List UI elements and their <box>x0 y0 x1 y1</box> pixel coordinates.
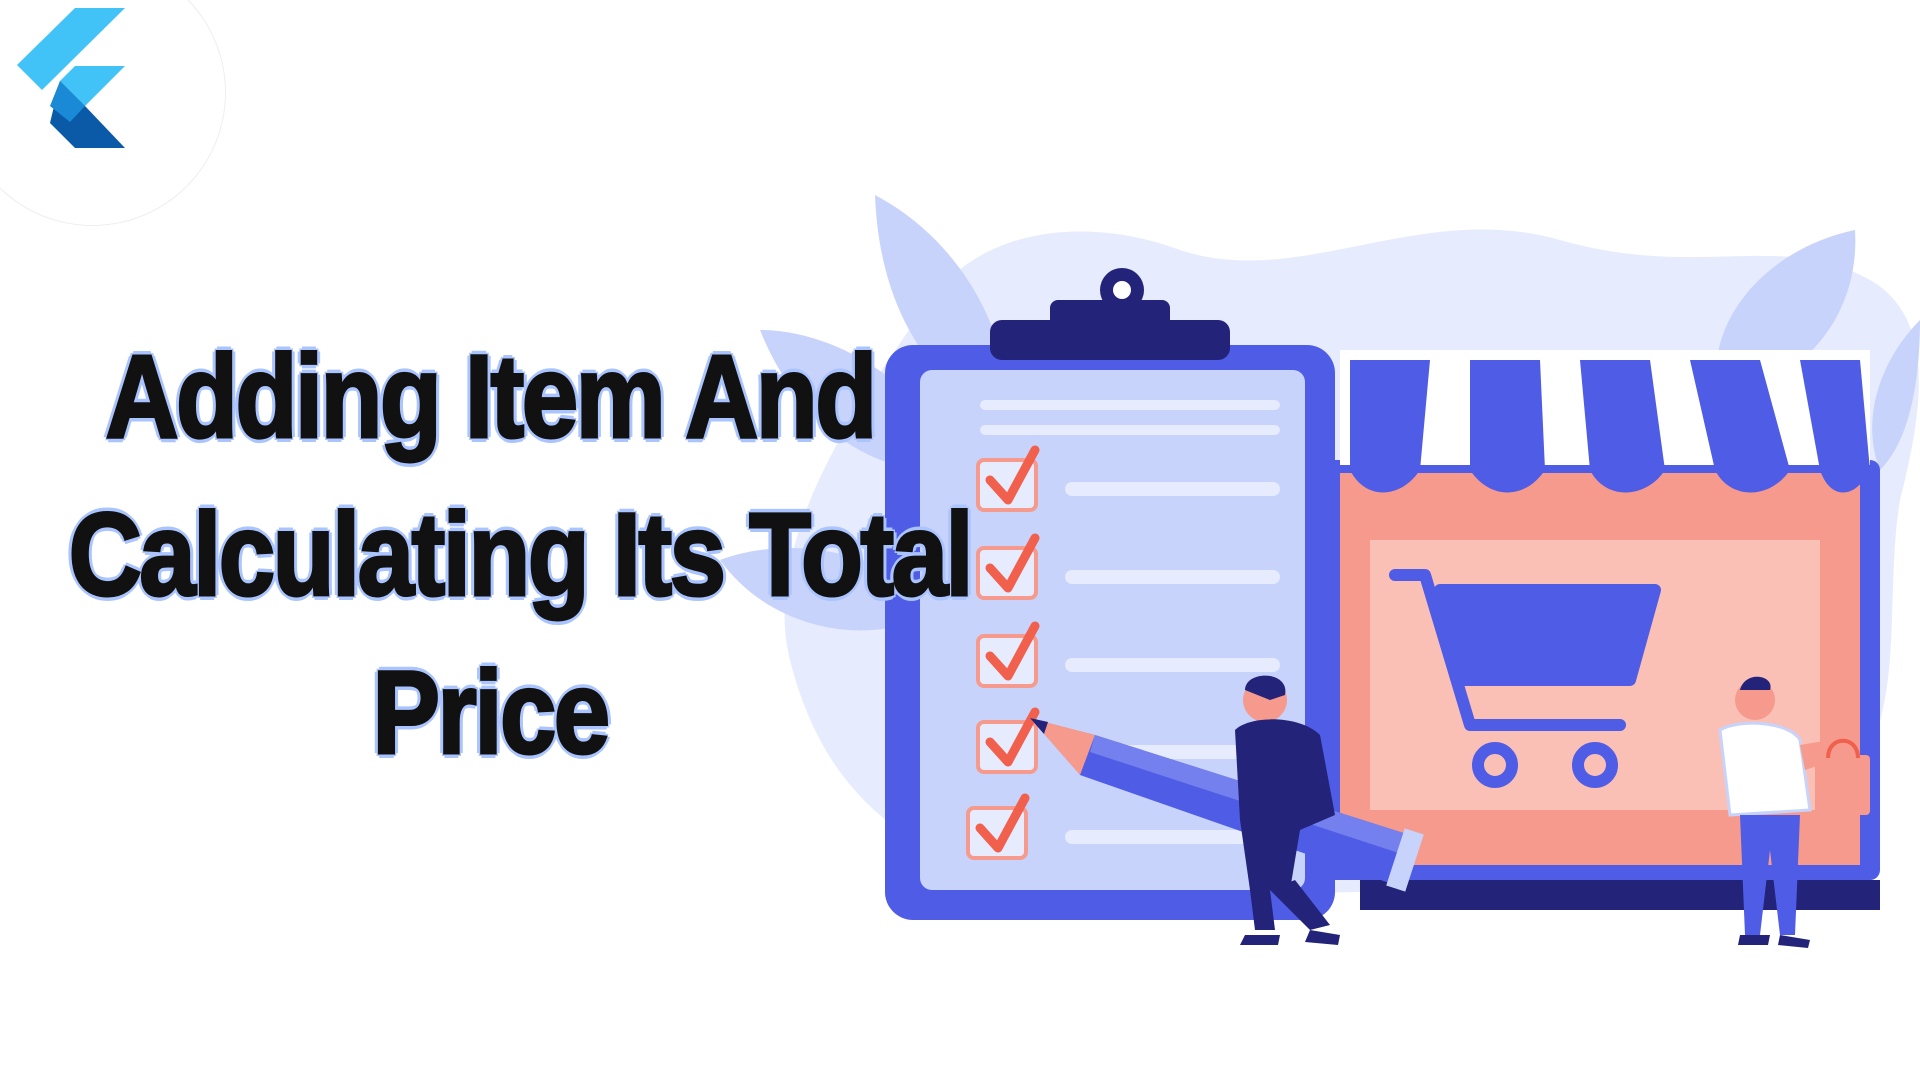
title-line-2: Calculating Its Total <box>67 488 975 623</box>
title-line-1: Adding Item And <box>104 330 878 465</box>
page-title: Adding Item And Calculating Its Total Pr… <box>67 318 975 792</box>
title-line-3: Price <box>371 646 612 781</box>
